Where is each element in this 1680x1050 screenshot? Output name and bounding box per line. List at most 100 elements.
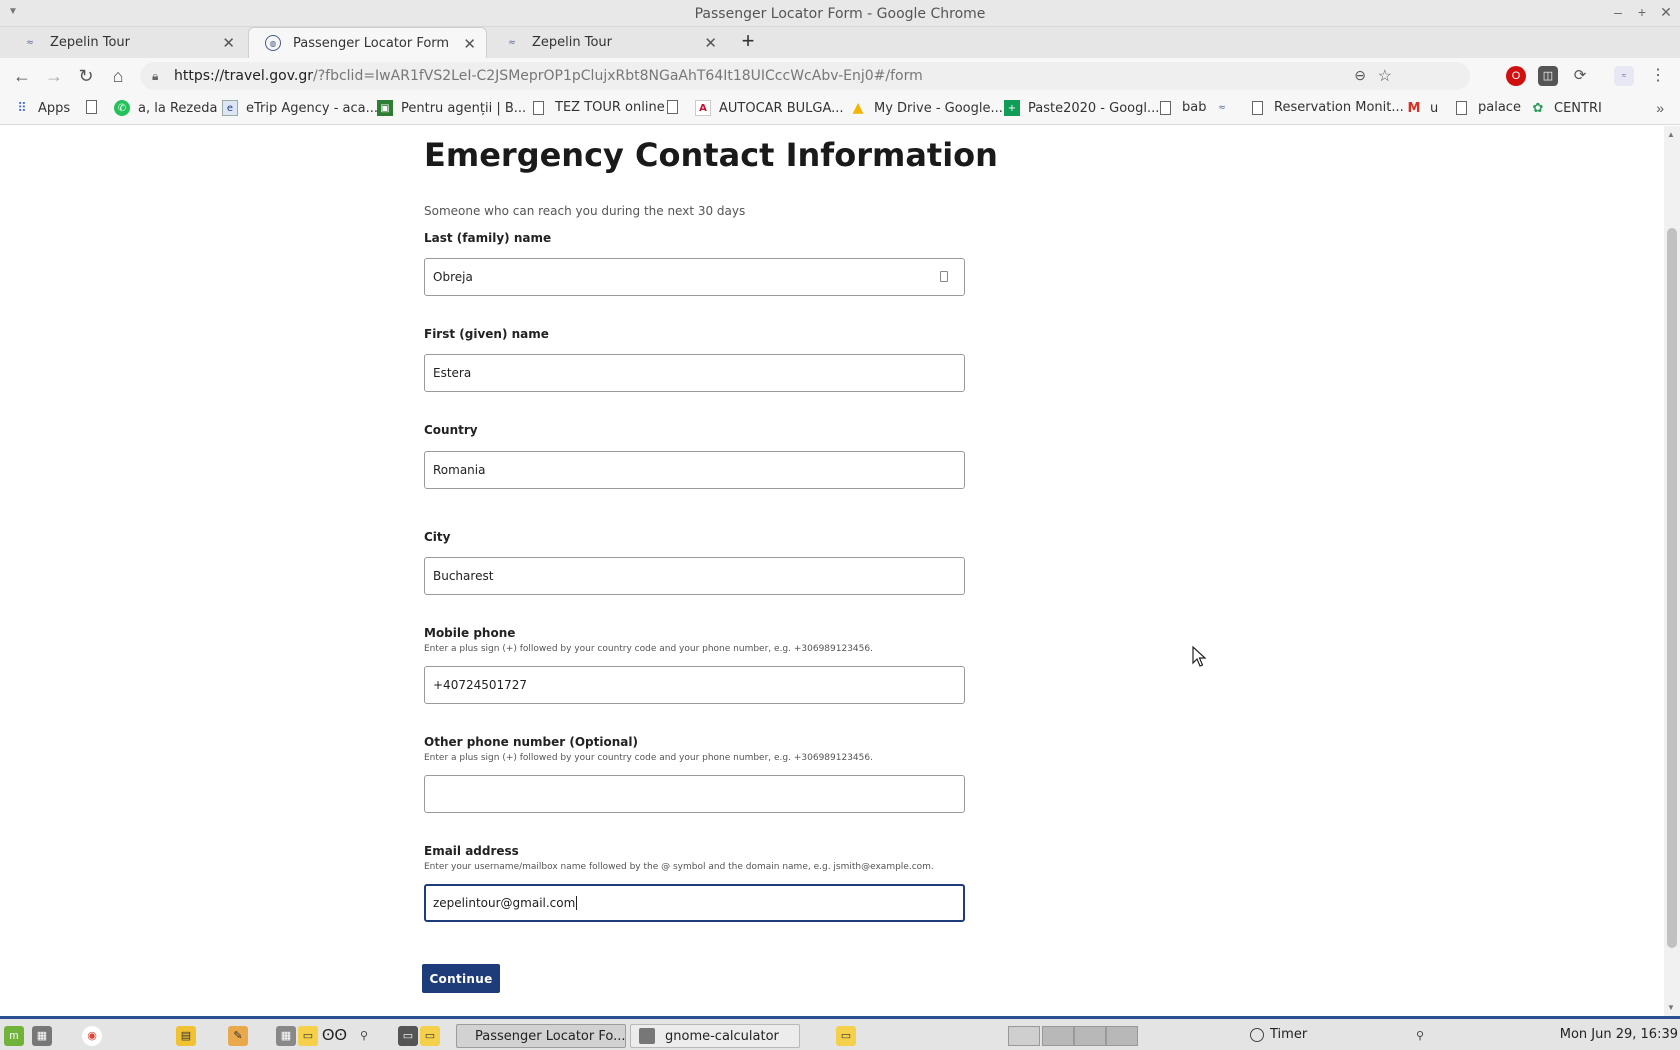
system-clock[interactable]: Mon Jun 29, 16:39	[1560, 1027, 1678, 1042]
bookmark-etrip-agency[interactable]: e eTrip Agency - aca...	[222, 100, 378, 116]
zepelin-extension-icon[interactable]: ≈	[1614, 66, 1634, 86]
new-tab-icon[interactable]: +	[736, 30, 760, 54]
tab-passenger-locator-form[interactable]: ◍ Passenger Locator Form ✕	[248, 27, 487, 58]
scrollbar-thumb[interactable]	[1667, 228, 1677, 948]
calculator-launcher-icon[interactable]: ▦	[32, 1026, 52, 1046]
other-phone-hint: Enter a plus sign (+) followed by your c…	[424, 753, 873, 763]
email-field[interactable]: zepelintour@gmail.com	[424, 884, 965, 922]
minimize-icon[interactable]: –	[1610, 4, 1626, 20]
bookmark-a-la-rezeda[interactable]: ✆ a, la Rezeda	[114, 100, 217, 116]
more-bookmarks-icon[interactable]: »	[1656, 100, 1664, 116]
opera-extension-icon[interactable]: O	[1506, 66, 1526, 86]
text-caret	[576, 896, 578, 910]
extension-icon[interactable]: ◫	[1538, 66, 1558, 86]
bookmark-autocar-bulga[interactable]: A AUTOCAR BULGA...	[695, 100, 844, 116]
close-tab-icon[interactable]: ✕	[222, 34, 235, 52]
app-launcher-icon[interactable]: ▤	[176, 1026, 196, 1046]
bookmark-my-drive[interactable]: ▲ My Drive - Google...	[850, 100, 1003, 116]
folder-launcher-icon[interactable]: ▭	[298, 1026, 318, 1046]
lock-icon[interactable]: 🔒︎	[152, 69, 158, 84]
country-label: Country	[424, 423, 478, 437]
bookmark-zepelin[interactable]: ≈	[1214, 100, 1238, 116]
leaf-icon: ✿	[1532, 100, 1544, 116]
apps-grid-icon: ⠿	[17, 100, 27, 116]
bookmark-reservation-monit[interactable]: Reservation Monit...	[1252, 100, 1404, 115]
tab-zepelin-tour-1[interactable]: ≈ Zepelin Tour ✕	[6, 27, 245, 58]
mobile-phone-hint: Enter a plus sign (+) followed by your c…	[424, 644, 873, 654]
forward-icon[interactable]: →	[42, 64, 66, 88]
timer-applet[interactable]: Timer	[1250, 1027, 1307, 1042]
text-editor-launcher-icon[interactable]: ✎	[228, 1026, 248, 1046]
form-subheading: Someone who can reach you during the nex…	[424, 204, 746, 218]
document-icon	[1456, 100, 1467, 115]
workspace-1[interactable]	[1008, 1026, 1040, 1046]
page-content: Emergency Contact Information Someone wh…	[0, 126, 1664, 1016]
whatsapp-icon: ✆	[114, 100, 130, 116]
bookmark-blank-1[interactable]	[86, 100, 108, 114]
bookmark-tez-tour[interactable]: TEZ TOUR online	[533, 100, 665, 115]
maximize-icon[interactable]: +	[1634, 4, 1650, 20]
mobile-phone-field[interactable]: +40724501727	[424, 666, 965, 704]
bookmark-star-icon[interactable]: ☆	[1378, 66, 1392, 86]
chrome-launcher-icon[interactable]: ◉	[82, 1026, 102, 1046]
bookmark-centri[interactable]: ✿ CENTRI	[1530, 100, 1602, 116]
close-window-icon[interactable]: ✕	[1658, 4, 1674, 21]
terminal-launcher-icon[interactable]: ▭	[398, 1026, 418, 1046]
folder-tray-icon[interactable]: ▭	[836, 1026, 856, 1046]
bookmark-pentru-agentii[interactable]: ▣ Pentru agenții | B...	[377, 100, 526, 116]
workspace-2[interactable]	[1042, 1026, 1074, 1046]
autocar-icon: A	[695, 100, 711, 116]
page-scrollbar[interactable]: ▲ ▼	[1664, 126, 1680, 1016]
reload-icon[interactable]: ↻	[74, 64, 98, 88]
system-taskbar: m ▦ ◉ ▤ ✎ ▦ ▭ ʘʘ ⚲ ▭ ▭ Passenger Locator…	[0, 1016, 1680, 1050]
bookmark-palace[interactable]: palace	[1456, 100, 1521, 115]
network-tray-icon[interactable]: ⚲	[1410, 1026, 1430, 1046]
page-title: Emergency Contact Information	[424, 136, 998, 174]
address-bar[interactable]: 🔒︎ https://travel.gov.gr/?fbclid=IwAR1fV…	[140, 62, 1470, 90]
document-icon	[1252, 100, 1263, 115]
workspace-4[interactable]	[1106, 1026, 1138, 1046]
zepelin-icon: ≈	[1218, 103, 1226, 113]
bookmark-blank-2[interactable]	[667, 100, 689, 114]
workspace-3[interactable]	[1074, 1026, 1106, 1046]
close-tab-icon[interactable]: ✕	[704, 34, 717, 52]
files-launcher-icon[interactable]: ▭	[420, 1026, 440, 1046]
document-icon	[86, 100, 97, 114]
tab-label: Passenger Locator Form	[293, 35, 450, 51]
first-name-label: First (given) name	[424, 327, 549, 341]
sync-extension-icon[interactable]: ⟳	[1570, 66, 1590, 86]
autofill-icon[interactable]	[940, 271, 948, 282]
other-phone-field[interactable]	[424, 775, 965, 813]
continue-button[interactable]: Continue	[422, 964, 500, 993]
country-field[interactable]: Romania	[424, 451, 965, 489]
mobile-phone-label: Mobile phone	[424, 626, 516, 640]
mint-menu-icon[interactable]: m	[4, 1026, 24, 1046]
zoom-icon[interactable]: ⊖	[1354, 67, 1366, 84]
chrome-menu-icon[interactable]: ⋮	[1648, 66, 1668, 86]
search-launcher-icon[interactable]: ⚲	[354, 1026, 374, 1046]
tab-zepelin-tour-2[interactable]: ≈ Zepelin Tour ✕	[488, 27, 727, 58]
agency-icon: ▣	[377, 100, 393, 116]
last-name-field[interactable]: Obreja	[424, 258, 965, 296]
bookmark-apps[interactable]: ⠿ Apps	[14, 100, 70, 116]
close-tab-icon[interactable]: ✕	[463, 35, 476, 53]
city-field[interactable]: Bucharest	[424, 557, 965, 595]
scroll-up-icon[interactable]: ▲	[1667, 130, 1675, 139]
url-text[interactable]: https://travel.gov.gr/?fbclid=IwAR1fVS2L…	[174, 68, 923, 84]
task-gnome-calculator[interactable]: gnome-calculator	[630, 1024, 800, 1048]
back-icon[interactable]: ←	[10, 64, 34, 88]
bookmark-gmail-u[interactable]: Mu	[1406, 100, 1439, 116]
viewer-launcher-icon[interactable]: ʘʘ	[322, 1026, 347, 1046]
timer-icon	[1250, 1027, 1264, 1042]
spreadsheet-launcher-icon[interactable]: ▦	[276, 1026, 296, 1046]
bookmarks-bar: ⠿ Apps ✆ a, la Rezeda e eTrip Agency - aca.…	[0, 94, 1680, 125]
bookmark-bab[interactable]: bab	[1160, 100, 1206, 115]
tab-label: Zepelin Tour	[50, 35, 131, 50]
scroll-down-icon[interactable]: ▼	[1667, 1003, 1675, 1012]
sheets-icon: +	[1004, 100, 1020, 116]
home-icon[interactable]: ⌂	[106, 64, 130, 88]
first-name-field[interactable]: Estera	[424, 354, 965, 392]
bookmark-paste2020[interactable]: + Paste2020 - Googl...	[1004, 100, 1159, 116]
task-passenger-locator-form[interactable]: Passenger Locator Fo...	[456, 1024, 626, 1048]
drive-icon: ▲	[852, 100, 864, 116]
